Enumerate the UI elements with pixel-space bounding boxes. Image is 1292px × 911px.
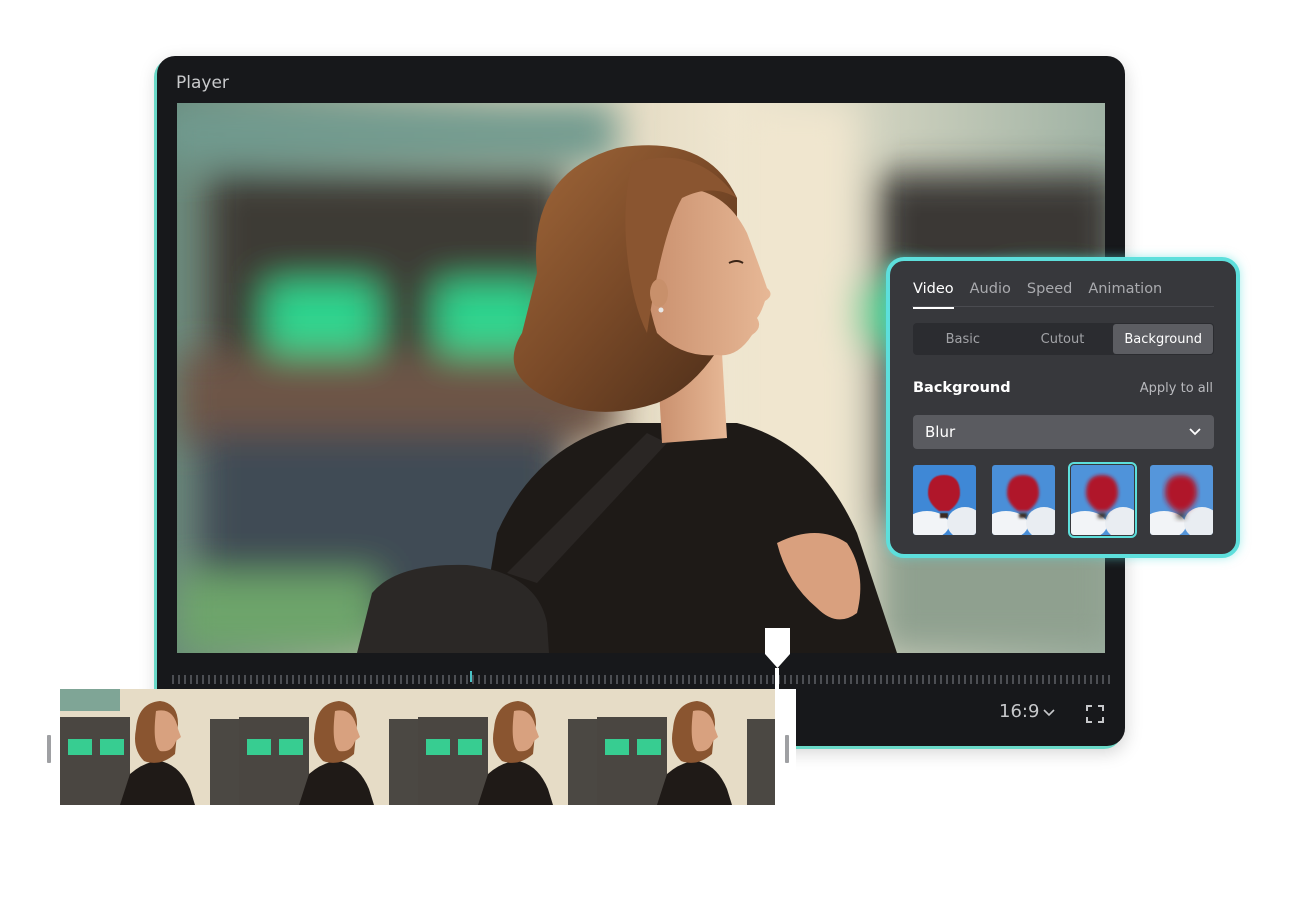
fullscreen-icon	[1086, 705, 1104, 723]
tab-animation[interactable]: Animation	[1088, 281, 1162, 309]
player-title: Player	[176, 73, 229, 93]
tab-speed[interactable]: Speed	[1027, 281, 1072, 309]
blur-preset-4[interactable]	[1150, 465, 1213, 535]
section-title: Background	[913, 380, 1011, 396]
chevron-down-icon	[1043, 708, 1055, 716]
clip-frame	[60, 689, 239, 805]
timeline-marker	[470, 671, 472, 682]
tab-video[interactable]: Video	[913, 281, 954, 309]
balloon-thumbnail-image	[913, 465, 976, 535]
blur-preset-3[interactable]	[1068, 462, 1137, 538]
clip-frame	[418, 689, 597, 805]
panel-tabs: Video Audio Speed Animation	[913, 281, 1162, 309]
properties-panel: Video Audio Speed Animation Basic Cutout…	[886, 257, 1240, 558]
balloon-thumbnail-image	[1071, 465, 1134, 535]
aspect-ratio-value: 16:9	[999, 701, 1040, 722]
aspect-ratio-dropdown[interactable]: 16:9	[999, 701, 1055, 722]
blur-presets	[913, 462, 1213, 538]
clip-frame	[239, 689, 418, 805]
apply-to-all-button[interactable]: Apply to all	[1140, 381, 1213, 396]
clip-thumbnails	[60, 689, 776, 805]
playhead-line[interactable]	[775, 668, 779, 805]
tab-audio[interactable]: Audio	[970, 281, 1011, 309]
playhead-handle[interactable]	[764, 628, 791, 669]
tabs-divider	[912, 306, 1214, 307]
subtab-basic[interactable]: Basic	[913, 323, 1013, 355]
fullscreen-button[interactable]	[1085, 704, 1105, 724]
chevron-down-icon	[1189, 428, 1201, 436]
subtab-background[interactable]: Background	[1113, 324, 1214, 354]
timeline-ruler[interactable]	[172, 675, 1112, 684]
editor-stage: Player 16:9 Video Audio Speed Animation …	[0, 0, 1292, 911]
balloon-thumbnail-image	[1150, 465, 1213, 535]
timeline-clip[interactable]	[60, 689, 796, 805]
subtab-cutout[interactable]: Cutout	[1013, 323, 1113, 355]
subtab-group: Basic Cutout Background	[913, 323, 1214, 355]
background-type-value: Blur	[925, 423, 956, 441]
clip-trim-handle-left[interactable]	[47, 735, 51, 763]
blur-preset-2[interactable]	[992, 465, 1055, 535]
balloon-thumbnail-image	[992, 465, 1055, 535]
clip-frame	[597, 689, 776, 805]
blur-preset-1[interactable]	[913, 465, 976, 535]
clip-trim-handle-right[interactable]	[785, 735, 789, 763]
background-type-select[interactable]: Blur	[913, 415, 1214, 449]
